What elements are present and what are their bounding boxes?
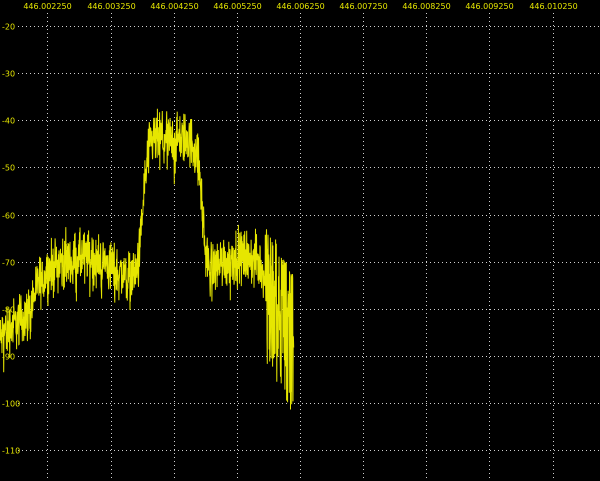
plot-background <box>0 0 600 481</box>
y-tick-label: -50 <box>2 164 15 173</box>
y-tick-label: -70 <box>2 259 15 268</box>
x-tick-label: 446.008250 <box>402 2 450 11</box>
y-tick-label: -60 <box>2 212 15 221</box>
x-tick-label: 446.005250 <box>213 2 261 11</box>
x-tick-label: 446.004250 <box>150 2 198 11</box>
x-tick-label: 446.006250 <box>276 2 324 11</box>
x-tick-label: 446.002250 <box>23 2 71 11</box>
x-tick-label: 446.003250 <box>87 2 135 11</box>
y-tick-label: -20 <box>2 23 15 32</box>
x-tick-label: 446.007250 <box>339 2 387 11</box>
x-tick-label: 446.010250 <box>529 2 577 11</box>
spectrum-display: 446.002250 446.003250 446.004250 446.005250… <box>0 0 600 481</box>
x-tick-label: 446.009250 <box>465 2 513 11</box>
y-tick-label: -30 <box>2 70 15 79</box>
spectrum-plot: 446.002250 446.003250 446.004250 446.005250… <box>0 0 600 481</box>
y-tick-label: -100 <box>2 400 20 409</box>
y-tick-label: -110 <box>2 447 20 456</box>
y-tick-label: -40 <box>2 117 15 126</box>
